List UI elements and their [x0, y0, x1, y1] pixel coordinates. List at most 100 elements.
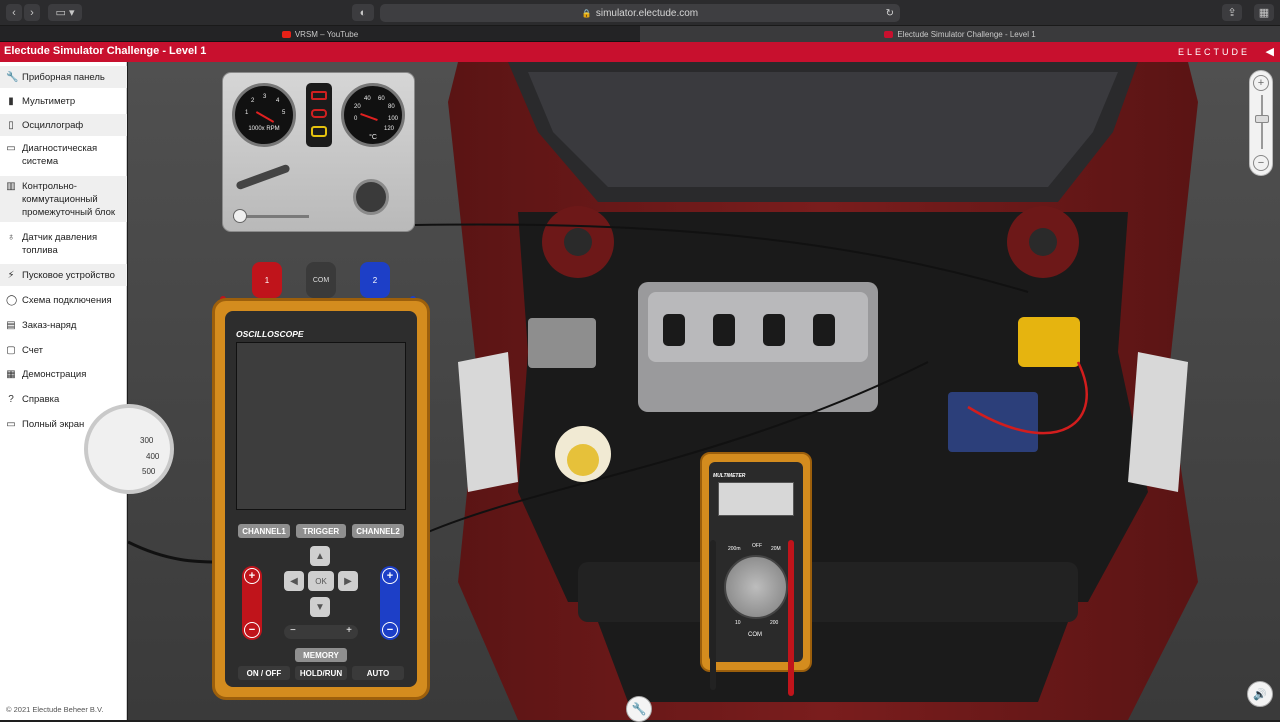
invoice-icon: ▢ — [6, 344, 16, 356]
app-title: Electude Simulator Challenge - Level 1 — [4, 45, 207, 57]
monitor-icon: ▭ — [6, 143, 16, 154]
forward-button[interactable]: › — [24, 4, 40, 21]
warning-lights-panel — [306, 83, 332, 147]
sidebar-toggle-button[interactable]: ▭ ▾ — [48, 4, 82, 21]
sidebar-item-invoice[interactable]: ▢ Счет — [0, 339, 127, 361]
sidebar-item-label: Контрольно-коммутационный промежуточный … — [22, 181, 116, 218]
gauge-tick: 300 — [140, 436, 154, 445]
tabs-overview-icon[interactable]: ▦ — [1254, 4, 1274, 21]
help-icon: ? — [8, 393, 14, 405]
address-bar[interactable]: 🔒 simulator.electude.com ↻ — [380, 4, 900, 22]
sidebar-item-wiring[interactable]: ◯ Схема подключения — [0, 289, 127, 311]
privacy-icon[interactable]: ◐ — [352, 4, 374, 21]
plus-icon[interactable]: + — [244, 568, 260, 584]
sidebar-item-label: Заказ-наряд — [22, 319, 77, 331]
trigger-button[interactable]: TRIGGER — [296, 524, 346, 538]
range-label: 20M — [771, 546, 781, 552]
gauge-tick: 0 — [354, 116, 358, 122]
arrow-left-button[interactable]: ◀ — [284, 571, 304, 591]
arrow-down-button[interactable]: ▼ — [310, 597, 330, 617]
sidebar-item-fuel-pressure[interactable]: ♁ Датчик давления топлива — [0, 228, 127, 260]
plus-icon[interactable]: + — [382, 568, 398, 584]
reload-icon[interactable]: ↻ — [886, 8, 894, 19]
minus-icon[interactable]: − — [382, 622, 398, 638]
multimeter-range-dial[interactable] — [724, 555, 788, 619]
share-icon[interactable]: ⇪ — [1222, 4, 1242, 21]
ignition-switch[interactable] — [353, 179, 389, 215]
sidebar-item-help[interactable]: ? Справка — [0, 388, 127, 410]
probe-label: 1 — [264, 275, 270, 285]
gauge-tick: 120 — [384, 126, 395, 132]
black-test-lead[interactable] — [710, 540, 716, 690]
gauge-tick: 3 — [263, 94, 267, 100]
sidebar-item-demo[interactable]: ▦ Демонстрация — [0, 363, 127, 385]
channel2-button[interactable]: CHANNEL2 — [352, 524, 404, 538]
gauge-tick: 100 — [388, 116, 399, 122]
wrench-tool-icon[interactable]: 🔧 — [626, 696, 652, 722]
tab-bar: VRSM – YouTube Electude Simulator Challe… — [0, 26, 1280, 42]
fullscreen-icon: ▭ — [6, 418, 16, 430]
memory-button[interactable]: MEMORY — [295, 648, 347, 662]
arrow-up-button[interactable]: ▲ — [310, 546, 330, 566]
speaker-icon[interactable]: 🔊 — [1247, 681, 1273, 707]
channel1-gain-slider[interactable]: + − — [242, 566, 262, 640]
sidebar-item-label: Схема подключения — [22, 294, 112, 306]
dashboard-panel[interactable]: 1000x RPM 3 4 5 2 1 °C 40 60 80 100 120 … — [222, 72, 415, 232]
sidebar-item-breakout-box[interactable]: ▥ Контрольно-коммутационный промежуточный… — [0, 176, 127, 222]
sidebar-item-label: Мультиметр — [22, 95, 76, 107]
probe-com[interactable]: COM — [306, 262, 336, 298]
red-test-lead[interactable] — [788, 540, 794, 696]
minus-icon[interactable]: − — [290, 625, 296, 636]
oscilloscope-title: OSCILLOSCOPE — [236, 329, 304, 339]
sidebar-item-multimeter[interactable]: ▮ Мультиметр — [0, 90, 127, 112]
sidebar-item-diagnostic[interactable]: ▭ Диагностическая система — [0, 140, 127, 172]
range-label: 200m — [728, 546, 741, 552]
channel1-button[interactable]: CHANNEL1 — [238, 524, 290, 538]
tab-electude[interactable]: Electude Simulator Challenge - Level 1 — [640, 26, 1280, 42]
probe-channel-1[interactable]: 1 — [252, 262, 282, 298]
holdrun-button[interactable]: HOLD/RUN — [295, 666, 347, 680]
probe-label: COM — [312, 276, 330, 284]
app-header: Electude Simulator Challenge - Level 1 E… — [0, 42, 1280, 62]
sidebar-item-starter[interactable]: ⚡ Пусковое устройство — [0, 264, 127, 286]
channel2-gain-slider[interactable]: + − — [380, 566, 400, 640]
throttle-pedal-icon[interactable] — [235, 163, 291, 191]
breakout-box-icon: ▥ — [6, 181, 16, 192]
tab-youtube[interactable]: VRSM – YouTube — [0, 26, 640, 42]
plus-icon[interactable]: + — [346, 625, 352, 636]
rpm-gauge: 1000x RPM 3 4 5 2 1 — [232, 83, 296, 147]
ok-button[interactable]: OK — [308, 571, 334, 591]
auto-button[interactable]: AUTO — [352, 666, 404, 680]
probe-channel-2[interactable]: 2 — [360, 262, 390, 298]
tab-label: Electude Simulator Challenge - Level 1 — [897, 29, 1036, 39]
zoom-in-icon[interactable]: + — [1253, 75, 1269, 91]
lock-icon: 🔒 — [581, 8, 592, 18]
onoff-button[interactable]: ON / OFF — [238, 666, 290, 680]
temp-needle — [360, 112, 378, 122]
back-button[interactable]: ‹ — [6, 4, 22, 21]
sidebar-item-oscilloscope[interactable]: ▯ Осциллограф — [0, 114, 127, 136]
document-icon: ▤ — [6, 319, 16, 331]
collapse-arrow-icon[interactable]: ◀ — [1266, 45, 1274, 58]
minus-icon[interactable]: − — [244, 622, 260, 638]
lightning-icon: ⚡ — [7, 269, 15, 281]
film-icon: ▦ — [6, 368, 16, 380]
multimeter-display — [718, 482, 794, 516]
url-text: simulator.electude.com — [595, 7, 699, 19]
zoom-out-icon[interactable]: − — [1253, 155, 1269, 171]
sidebar-item-dashboard[interactable]: 🔧 Приборная панель — [0, 66, 127, 88]
sidebar-item-work-order[interactable]: ▤ Заказ-наряд — [0, 314, 127, 336]
zoom-control: + − — [1249, 70, 1273, 176]
gauge-tick: 80 — [388, 104, 395, 110]
tab-label: VRSM – YouTube — [294, 29, 359, 39]
timebase-slider[interactable]: − + — [284, 625, 358, 639]
gauge-tick: 400 — [146, 452, 160, 461]
brand-logo: ELECTUDE — [1177, 47, 1250, 57]
zoom-slider-handle[interactable] — [1255, 115, 1269, 123]
fuel-pressure-gauge[interactable]: 300 400 500 — [84, 404, 174, 494]
ok-label: OK — [315, 576, 327, 586]
arrow-right-button[interactable]: ▶ — [338, 571, 358, 591]
gauge-tick: 5 — [282, 110, 286, 116]
throttle-slider-handle[interactable] — [233, 209, 247, 223]
range-label: 10 — [735, 620, 741, 626]
